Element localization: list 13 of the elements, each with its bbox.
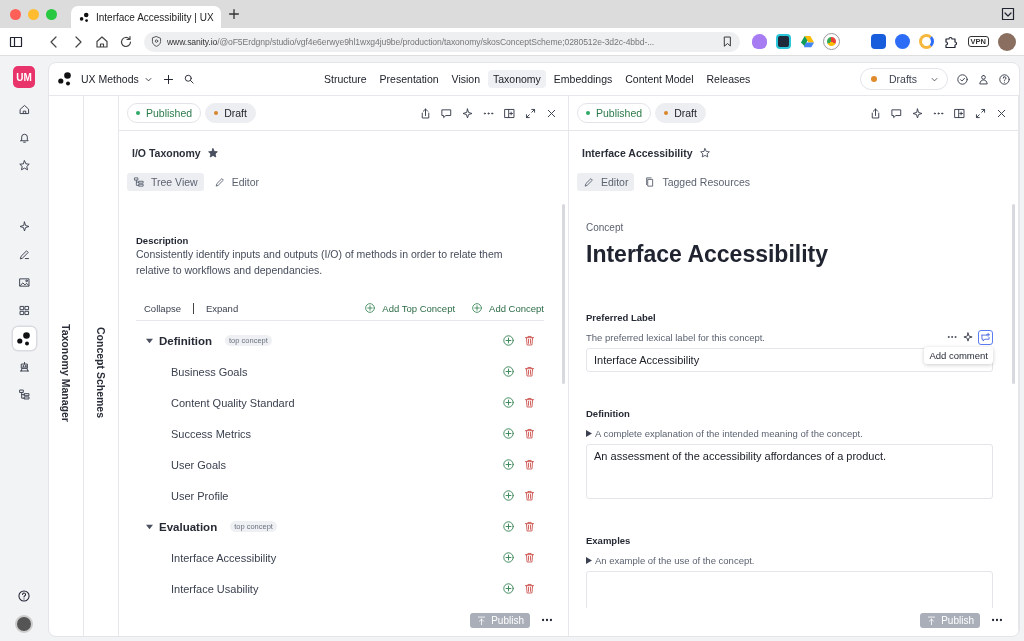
field-label: Description xyxy=(136,235,190,246)
document-heading: Interface Accessibility xyxy=(586,241,830,268)
document-type: Concept xyxy=(586,222,625,233)
tooltip: Add comment xyxy=(924,347,993,364)
description-text: Consistently identify inputs and outputs (I/O) of methods in order to relate them relative to workflows and dependancies. xyxy=(136,247,504,278)
document-title: Interface Accessibility xyxy=(582,147,693,159)
field-description: The preferred lexical label for this concept. xyxy=(586,331,765,343)
field-label: Examples xyxy=(586,535,632,546)
document-title: I/O Taxonomy xyxy=(132,147,201,159)
field-description: A complete explanation of the intended meaning of the concept. xyxy=(595,427,863,439)
field-label: Preferred Label xyxy=(586,312,657,323)
field-label: Definition xyxy=(586,408,631,419)
field-description: An example of the use of the concept. xyxy=(595,554,755,566)
